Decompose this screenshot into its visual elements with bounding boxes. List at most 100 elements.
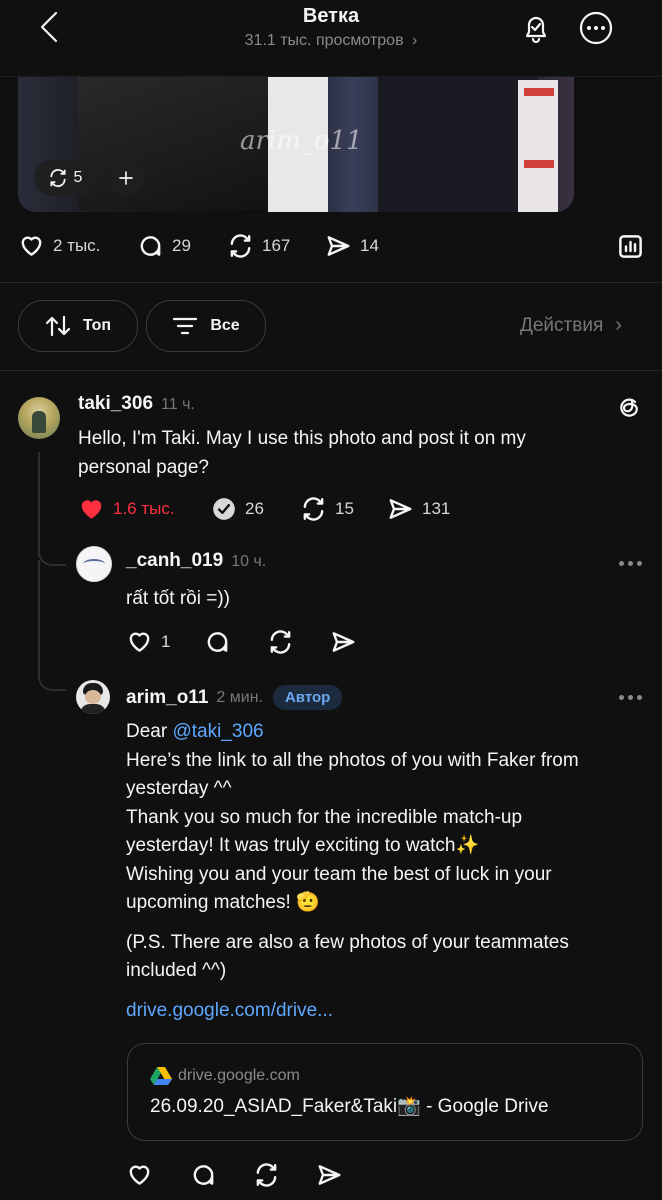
comment-line: personal page? [78, 456, 209, 478]
repost-count: 167 [262, 236, 291, 255]
comment-button[interactable] [204, 629, 231, 655]
reply-line: Here’s the link to all the photos of you… [126, 749, 579, 771]
reply-greeting-line: Dear @taki_306 [126, 718, 646, 747]
replies-count: 26 [245, 499, 264, 518]
page-title: Ветка [302, 5, 360, 27]
share-button[interactable] [330, 629, 357, 655]
views-link[interactable]: 31.1 тыс. просмотров › [0, 32, 662, 50]
like-button[interactable] [126, 1162, 153, 1188]
card-title: 26.09.20_ASIAD_Faker&Taki📸 - Google Driv… [150, 1096, 549, 1117]
repost-count: 15 [335, 499, 354, 518]
send-icon [389, 499, 412, 519]
send-icon [332, 632, 355, 652]
like-button[interactable]: 1.6 тыс. [78, 496, 175, 522]
reply-more-button[interactable] [619, 561, 642, 566]
reply-line: Wishing you and your team the best of lu… [126, 863, 552, 885]
red-stripe [524, 88, 554, 96]
heart-icon [21, 236, 42, 256]
reply-time: 10 ч. [231, 553, 267, 570]
chevron-right-icon: › [412, 32, 418, 49]
post-image[interactable]: arim_o11 5 [18, 60, 574, 212]
share-button[interactable] [316, 1162, 343, 1188]
more-circle-icon [579, 11, 613, 45]
comment-text: Hello, I'm Taki. May I use this photo an… [78, 425, 638, 482]
red-stripe [524, 160, 554, 168]
like-button[interactable]: 1 [126, 629, 170, 655]
repost-icon [49, 168, 66, 188]
drive-link[interactable]: drive.google.com/drive... [126, 997, 646, 1026]
like-count: 1.6 тыс. [113, 499, 175, 518]
comment-button[interactable]: 29 [137, 233, 191, 259]
actions-link[interactable]: Действия › [520, 314, 622, 337]
repost-icon [303, 497, 324, 521]
comment-line: Hello, I'm Taki. May I use this photo an… [78, 428, 526, 449]
repost-button[interactable]: 15 [300, 496, 354, 522]
reply-username[interactable]: _canh_019 [126, 550, 223, 572]
reply-line: Thank you so much for the incredible mat… [126, 806, 523, 828]
filter-lines-icon [173, 317, 198, 335]
thread-header: Ветка 31.1 тыс. просмотров › [0, 0, 662, 77]
add-chip[interactable] [108, 160, 144, 196]
mention-link[interactable]: @taki_306 [172, 721, 263, 742]
repost-chip-count: 5 [73, 169, 83, 186]
ps-line: (P.S. There are also a few photos of you… [126, 931, 569, 953]
chevron-right-icon: › [615, 314, 622, 336]
threads-logo[interactable] [614, 392, 644, 422]
reply-line: yesterday! It was truly exciting to watc… [126, 835, 480, 856]
repost-chip[interactable]: 5 [34, 160, 96, 196]
link-preview-card[interactable]: drive.google.com 26.09.20_ASIAD_Faker&Ta… [127, 1043, 643, 1141]
reply-line: yesterday ^^ [126, 778, 232, 799]
reply-meta: _canh_019 10 ч. [126, 550, 266, 572]
replies-button[interactable]: 26 [211, 496, 264, 522]
repost-button[interactable] [253, 1162, 280, 1188]
like-count: 2 тыс. [53, 236, 101, 255]
more-button[interactable] [578, 10, 614, 46]
heart-filled-icon [81, 500, 102, 519]
comment-button[interactable] [190, 1162, 217, 1188]
avatar[interactable] [76, 546, 112, 582]
avatar[interactable] [76, 680, 110, 714]
sort-button[interactable]: Топ [18, 300, 138, 352]
thread-connector [38, 540, 66, 566]
reply-more-button[interactable] [619, 695, 642, 700]
thread-connector [38, 665, 66, 691]
sort-label: Топ [82, 317, 112, 334]
filter-label: Все [210, 317, 240, 334]
card-domain: drive.google.com [178, 1067, 300, 1084]
heart-icon [129, 632, 150, 652]
threads-icon [620, 398, 638, 417]
card-domain-row: drive.google.com [150, 1066, 300, 1086]
repost-button[interactable] [267, 629, 294, 655]
reply-check-icon [213, 498, 235, 520]
ps-line: included ^^) [126, 960, 227, 981]
divider [0, 370, 662, 371]
comment-icon [207, 632, 228, 652]
divider [0, 282, 662, 283]
repost-icon [270, 630, 291, 654]
comment-count: 29 [172, 236, 191, 255]
author-badge: Автор [272, 685, 343, 710]
send-icon [327, 236, 350, 256]
actions-label: Действия [520, 314, 604, 336]
google-drive-icon [150, 1067, 172, 1085]
views-count: 31.1 тыс. просмотров [244, 32, 404, 49]
reply-text: rất tốt rồi =)) [126, 588, 230, 609]
reply-username[interactable]: arim_o11 [126, 687, 208, 709]
comment-time: 11 ч. [161, 396, 195, 413]
reply-text: Dear @taki_306 Here’s the link to all th… [126, 718, 646, 1025]
reply-line: upcoming matches! 🫡 [126, 892, 320, 913]
thread-line [38, 560, 40, 670]
reply-time: 2 мин. [216, 688, 263, 706]
like-count: 1 [161, 632, 171, 651]
avatar[interactable] [18, 397, 60, 439]
insights-button[interactable] [617, 233, 644, 260]
comment-username[interactable]: taki_306 [78, 393, 153, 415]
figure-shape [378, 60, 538, 212]
share-button[interactable]: 131 [387, 496, 450, 522]
like-button[interactable]: 2 тыс. [18, 233, 100, 259]
filter-button[interactable]: Все [146, 300, 266, 352]
watermark-text: arim_o11 [240, 126, 363, 156]
repost-button[interactable]: 167 [227, 233, 290, 259]
notify-button[interactable] [518, 10, 554, 46]
share-button[interactable]: 14 [325, 233, 379, 259]
